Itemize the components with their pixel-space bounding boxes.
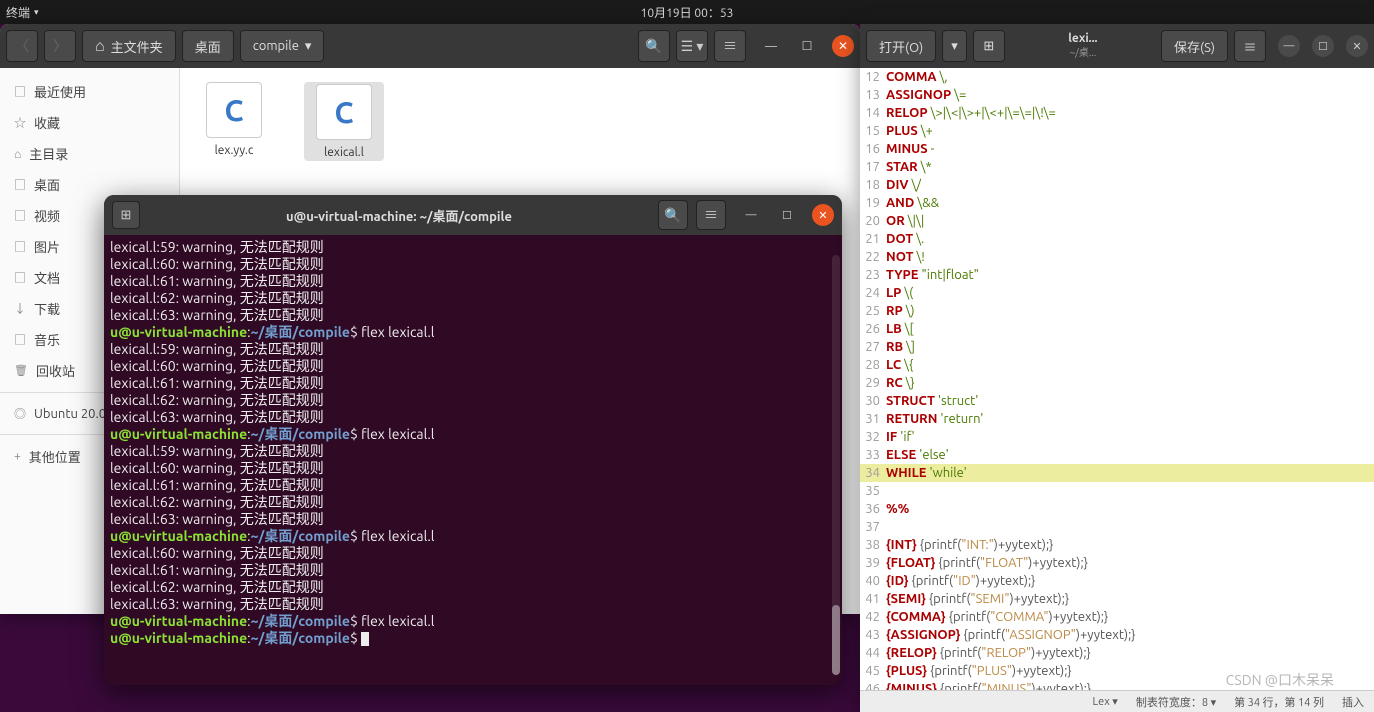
editor-area[interactable]: 12COMMA \,13ASSIGNOP \=14RELOP \>|\<|\>+… bbox=[860, 68, 1374, 690]
panel-app-menu-icon[interactable]: ▾ bbox=[34, 7, 39, 18]
status-mode: 插入 bbox=[1342, 694, 1364, 710]
sidebar-item-home[interactable]: 主目录 bbox=[0, 138, 179, 169]
new-tab-button[interactable]: ⊞ bbox=[112, 201, 140, 229]
minimize-button[interactable]: — bbox=[1278, 35, 1300, 57]
close-button[interactable]: ✕ bbox=[812, 204, 834, 226]
save-button[interactable]: 保存(S) bbox=[1161, 30, 1228, 62]
sidebar-item-recent[interactable]: 最近使用 bbox=[0, 76, 179, 107]
new-document-button[interactable]: ⊞ bbox=[973, 30, 1005, 62]
code-line[interactable]: 43{ASSIGNOP} {printf("ASSIGNOP")+yytext)… bbox=[860, 626, 1374, 644]
file-label: lex.yy.c bbox=[194, 144, 274, 157]
code-line[interactable]: 39{FLOAT} {printf("FLOAT")+yytext);} bbox=[860, 554, 1374, 572]
code-line[interactable]: 29RC \} bbox=[860, 374, 1374, 392]
breadcrumb-home[interactable]: 主文件夹 bbox=[82, 30, 176, 62]
code-line[interactable]: 13ASSIGNOP \= bbox=[860, 86, 1374, 104]
file-label: lexical.l bbox=[306, 146, 382, 159]
code-line[interactable]: 38{INT} {printf("INT:")+yytext);} bbox=[860, 536, 1374, 554]
maximize-button[interactable]: ☐ bbox=[796, 35, 818, 57]
ged-headerbar: 打开(O) ▾ ⊞ lexi... ~/桌... 保存(S) ≡ — ☐ ✕ bbox=[860, 24, 1374, 68]
minimize-button[interactable]: — bbox=[740, 204, 762, 226]
status-cursor: 第 34 行，第 14 列 bbox=[1234, 694, 1324, 710]
code-line[interactable]: 24LP \( bbox=[860, 284, 1374, 302]
open-button[interactable]: 打开(O) bbox=[866, 30, 936, 62]
ged-statusbar: Lex ▾ 制表符宽度：8 ▾ 第 34 行，第 14 列 插入 bbox=[860, 690, 1374, 712]
search-button[interactable]: 🔍 bbox=[638, 30, 670, 62]
code-line[interactable]: 33ELSE 'else' bbox=[860, 446, 1374, 464]
terminal-window: ⊞ u@u-virtual-machine: ~/桌面/compile 🔍 ≡ … bbox=[104, 195, 842, 685]
status-lang[interactable]: Lex ▾ bbox=[1093, 695, 1118, 708]
code-line[interactable]: 31RETURN 'return' bbox=[860, 410, 1374, 428]
term-title: u@u-virtual-machine: ~/桌面/compile bbox=[148, 206, 650, 225]
gedit-window: 打开(O) ▾ ⊞ lexi... ~/桌... 保存(S) ≡ — ☐ ✕ 1… bbox=[860, 24, 1374, 712]
breadcrumb-desktop[interactable]: 桌面 bbox=[182, 30, 234, 62]
code-line[interactable]: 44{RELOP} {printf("RELOP")+yytext);} bbox=[860, 644, 1374, 662]
code-line[interactable]: 41{SEMI} {printf("SEMI")+yytext);} bbox=[860, 590, 1374, 608]
term-menu-button[interactable]: ≡ bbox=[696, 200, 726, 230]
code-line[interactable]: 40{ID} {printf("ID")+yytext);} bbox=[860, 572, 1374, 590]
terminal-output[interactable]: lexical.l:59: warning, 无法匹配规则lexical.l:6… bbox=[104, 235, 842, 685]
code-line[interactable]: 42{COMMA} {printf("COMMA")+yytext);} bbox=[860, 608, 1374, 626]
code-line[interactable]: 36%% bbox=[860, 500, 1374, 518]
scrollbar-thumb[interactable] bbox=[832, 605, 840, 675]
code-line[interactable]: 23TYPE "int|float" bbox=[860, 266, 1374, 284]
status-tabwidth[interactable]: 制表符宽度：8 ▾ bbox=[1136, 694, 1216, 710]
term-search-button[interactable]: 🔍 bbox=[658, 200, 688, 230]
gnome-top-panel: 终端 ▾ 10月19日 00：53 bbox=[0, 0, 1374, 24]
open-recent-button[interactable]: ▾ bbox=[942, 30, 967, 62]
panel-clock[interactable]: 10月19日 00：53 bbox=[641, 4, 734, 21]
breadcrumb-compile[interactable]: compile ▾ bbox=[240, 30, 325, 62]
close-button[interactable]: ✕ bbox=[1346, 35, 1368, 57]
code-line[interactable]: 30STRUCT 'struct' bbox=[860, 392, 1374, 410]
file-item-selected[interactable]: C lexical.l bbox=[304, 82, 384, 161]
code-line[interactable]: 20OR \|\| bbox=[860, 212, 1374, 230]
nav-forward-button[interactable]: 〉 bbox=[44, 30, 76, 62]
code-line[interactable]: 35 bbox=[860, 482, 1374, 500]
code-line[interactable]: 25RP \) bbox=[860, 302, 1374, 320]
panel-app-name: 终端 bbox=[6, 4, 30, 21]
code-line[interactable]: 21DOT \. bbox=[860, 230, 1374, 248]
code-line[interactable]: 28LC \{ bbox=[860, 356, 1374, 374]
code-line[interactable]: 16MINUS - bbox=[860, 140, 1374, 158]
maximize-button[interactable]: ☐ bbox=[776, 204, 798, 226]
code-line[interactable]: 18DIV \/ bbox=[860, 176, 1374, 194]
code-line[interactable]: 37 bbox=[860, 518, 1374, 536]
code-line[interactable]: 15PLUS \+ bbox=[860, 122, 1374, 140]
watermark: CSDN @口木呆呆 bbox=[1226, 670, 1334, 690]
code-line[interactable]: 14RELOP \>|\<|\>+|\<+|\=\=|\!\= bbox=[860, 104, 1374, 122]
code-line[interactable]: 22NOT \! bbox=[860, 248, 1374, 266]
view-toggle-button[interactable]: ☰ ▾ bbox=[676, 30, 708, 62]
minimize-button[interactable]: — bbox=[760, 35, 782, 57]
code-line[interactable]: 17STAR \* bbox=[860, 158, 1374, 176]
nav-back-button[interactable]: 〈 bbox=[6, 30, 38, 62]
code-line[interactable]: 26LB \[ bbox=[860, 320, 1374, 338]
c-file-icon: C bbox=[206, 82, 262, 138]
code-line[interactable]: 27RB \] bbox=[860, 338, 1374, 356]
sidebar-item-starred[interactable]: 收藏 bbox=[0, 107, 179, 138]
term-headerbar: ⊞ u@u-virtual-machine: ~/桌面/compile 🔍 ≡ … bbox=[104, 195, 842, 235]
code-line[interactable]: 19AND \&& bbox=[860, 194, 1374, 212]
ged-title: lexi... ~/桌... bbox=[1011, 32, 1155, 60]
file-item[interactable]: C lex.yy.c bbox=[194, 82, 274, 157]
code-line[interactable]: 12COMMA \, bbox=[860, 68, 1374, 86]
hamburger-menu-button[interactable]: ≡ bbox=[714, 30, 746, 62]
scrollbar[interactable] bbox=[832, 255, 840, 675]
c-file-icon: C bbox=[316, 84, 372, 140]
close-button[interactable]: ✕ bbox=[832, 35, 854, 57]
fm-headerbar: 〈 〉 主文件夹 桌面 compile ▾ 🔍 ☰ ▾ ≡ — ☐ ✕ bbox=[0, 24, 860, 68]
hamburger-menu-button[interactable]: ≡ bbox=[1234, 30, 1266, 62]
maximize-button[interactable]: ☐ bbox=[1312, 35, 1334, 57]
code-line[interactable]: 34WHILE 'while' bbox=[860, 464, 1374, 482]
code-line[interactable]: 32IF 'if' bbox=[860, 428, 1374, 446]
